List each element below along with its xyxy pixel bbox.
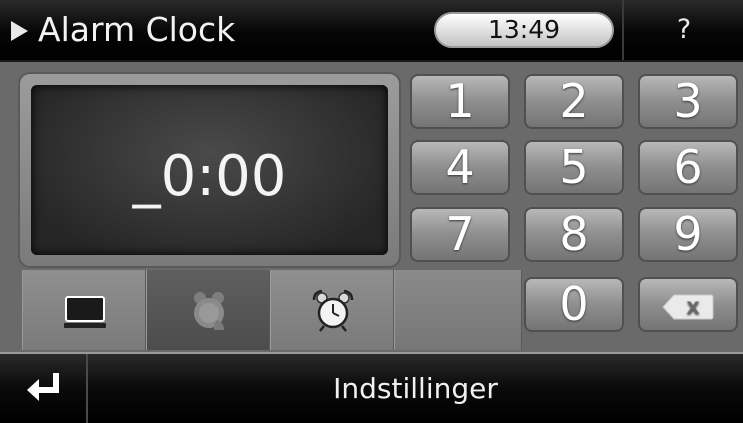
snooze-clock-icon bbox=[194, 292, 224, 330]
mode-strip-empty-slot bbox=[394, 270, 522, 350]
settings-button[interactable]: Indstillinger bbox=[88, 354, 743, 423]
footer-bar: Indstillinger bbox=[0, 352, 743, 423]
backspace-button[interactable]: X bbox=[638, 277, 738, 332]
play-arrow-icon bbox=[11, 21, 28, 41]
key-9[interactable]: 9 bbox=[638, 207, 738, 262]
backspace-x-icon: X bbox=[662, 294, 714, 320]
key-1[interactable]: 1 bbox=[410, 74, 510, 129]
key-2[interactable]: 2 bbox=[524, 74, 624, 129]
time-display-screen: _0:00 bbox=[31, 85, 388, 255]
backspace-label: X bbox=[686, 299, 699, 319]
key-6[interactable]: 6 bbox=[638, 140, 738, 195]
key-0[interactable]: 0 bbox=[524, 277, 624, 332]
clock-display: 13:49 bbox=[434, 12, 614, 48]
header-divider bbox=[622, 0, 624, 60]
alarm-time-value: _0:00 bbox=[132, 144, 287, 209]
alarm-clock-icon bbox=[312, 289, 354, 332]
key-4[interactable]: 4 bbox=[410, 140, 510, 195]
key-5[interactable]: 5 bbox=[524, 140, 624, 195]
key-3[interactable]: 3 bbox=[638, 74, 738, 129]
header-bar: Alarm Clock 13:49 ? bbox=[0, 0, 743, 62]
sleep-mode-button[interactable] bbox=[22, 270, 146, 350]
help-button[interactable]: ? bbox=[625, 0, 743, 60]
page-title: Alarm Clock bbox=[38, 10, 236, 49]
alarm-clock-screen: Alarm Clock 13:49 ? _0:00 1 2 3 4 5 6 7 … bbox=[0, 0, 743, 423]
alarm-mode-button[interactable] bbox=[270, 270, 394, 350]
return-arrow-icon bbox=[27, 373, 59, 401]
snooze-mode-button[interactable] bbox=[146, 270, 270, 350]
monitor-moon-icon bbox=[64, 296, 106, 328]
time-display-frame: _0:00 bbox=[18, 72, 401, 268]
key-8[interactable]: 8 bbox=[524, 207, 624, 262]
key-7[interactable]: 7 bbox=[410, 207, 510, 262]
back-button[interactable] bbox=[0, 354, 86, 423]
